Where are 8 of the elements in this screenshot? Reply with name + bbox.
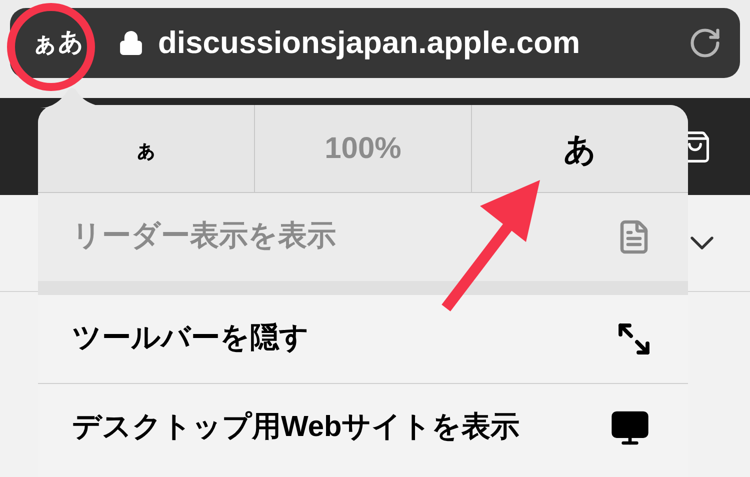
- expand-arrows-icon: [616, 321, 652, 357]
- address-bar[interactable]: ぁあ discussionsjapan.apple.com: [10, 8, 740, 78]
- smaller-text-button[interactable]: ぁ: [114, 132, 178, 165]
- zoom-level: 100%: [324, 131, 402, 167]
- lock-icon: [118, 29, 144, 57]
- url-text: discussionsjapan.apple.com: [158, 24, 580, 62]
- larger-text-button[interactable]: あ: [544, 124, 616, 172]
- reload-icon[interactable]: [688, 26, 722, 60]
